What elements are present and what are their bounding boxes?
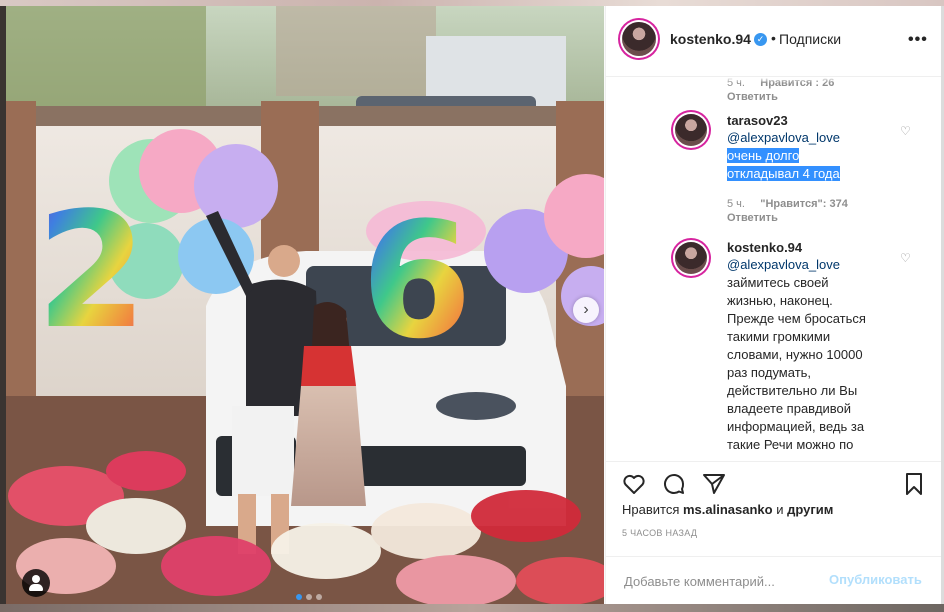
comment-text-line: такие Речи можно по [727,437,854,452]
post-timestamp[interactable]: 5 часов назад [622,528,697,538]
comment-likes[interactable]: "Нравится": 374 [760,198,848,210]
comment-input[interactable] [622,570,826,592]
comment-username[interactable]: kostenko.94 [727,240,802,255]
reply-button[interactable]: Ответить [727,212,778,224]
share-direct-icon[interactable] [702,472,726,496]
scroll-fade [606,77,942,83]
like-comment-heart-icon[interactable]: ♡ [900,125,912,137]
likes-others-link[interactable]: другим [787,502,833,517]
likes-conj: и [776,502,784,517]
comment-text-line: займитесь своей [727,275,829,290]
likes-prefix: Нравится [622,502,680,517]
comment-meta: 5 ч. "Нравится": 374 [727,198,848,210]
comment-text-line: информацией, ведь за [727,419,865,434]
comment-text-line: словами, нужно 10000 [727,347,863,362]
likes-summary: Нравится ms.alinasanko и другим [622,502,833,517]
comment-avatar[interactable] [675,242,707,274]
comment-composer: Опубликовать [606,556,942,605]
comment-mention[interactable]: @alexpavlova_love [727,130,840,145]
like-heart-icon[interactable] [622,472,646,496]
carousel-dot [316,594,322,600]
comment-text-line: жизнью, наконец. [727,293,833,308]
comment-text-line: очень долго [727,148,800,163]
comment-text-line: раз подумать, [727,365,812,380]
carousel-indicator [296,594,322,600]
background-page-strip [0,604,944,612]
author-username[interactable]: kostenko.94 [670,31,751,47]
likes-user-link[interactable]: ms.alinasanko [683,502,773,517]
comment-time: 5 ч. [727,198,745,210]
svg-text:2: 2 [36,177,147,364]
svg-text:6: 6 [361,187,472,374]
next-photo-button[interactable]: › [573,297,599,323]
comment-mention[interactable]: @alexpavlova_love [727,257,840,272]
comment-text-line: такими громкими [727,329,831,344]
comment-text-line: откладывал 4 года [727,166,840,181]
comments-list[interactable]: 5 ч. Нравится : 26 Ответить tarasov23 ♡ … [606,77,942,461]
comment-bubble-icon[interactable] [662,472,686,496]
photo-illustration: 2 6 [6,6,604,604]
comment-text-line: Прежде чем бросаться [727,311,866,326]
tagged-users-button[interactable] [22,569,50,597]
post-actions-bar [606,461,942,500]
save-bookmark-icon[interactable] [902,472,926,496]
comment-text-line: владеете правдивой [727,401,852,416]
header-separator: • [771,30,776,46]
reply-button[interactable]: Ответить [727,91,778,103]
comment-text: @alexpavlova_love займитесь своей жизнью… [727,256,897,454]
comment-avatar[interactable] [675,114,707,146]
post-photo[interactable]: 2 6 › [6,6,604,604]
carousel-dot [306,594,312,600]
comment-text-line: действительно ли Вы [727,383,858,398]
verified-badge-icon: ✓ [754,33,767,46]
post-header: kostenko.94 ✓ • Подписки ••• [606,6,942,77]
carousel-dot-active [296,594,302,600]
following-button[interactable]: Подписки [779,31,841,47]
comment-username[interactable]: tarasov23 [727,113,788,128]
publish-button[interactable]: Опубликовать [829,572,922,587]
more-options-button[interactable]: ••• [908,31,928,49]
like-comment-heart-icon[interactable]: ♡ [900,252,912,264]
comment-text: @alexpavlova_love очень долго откладывал… [727,129,887,183]
post-details-pane: kostenko.94 ✓ • Подписки ••• 5 ч. Нравит… [605,6,942,604]
author-avatar[interactable] [622,22,656,56]
